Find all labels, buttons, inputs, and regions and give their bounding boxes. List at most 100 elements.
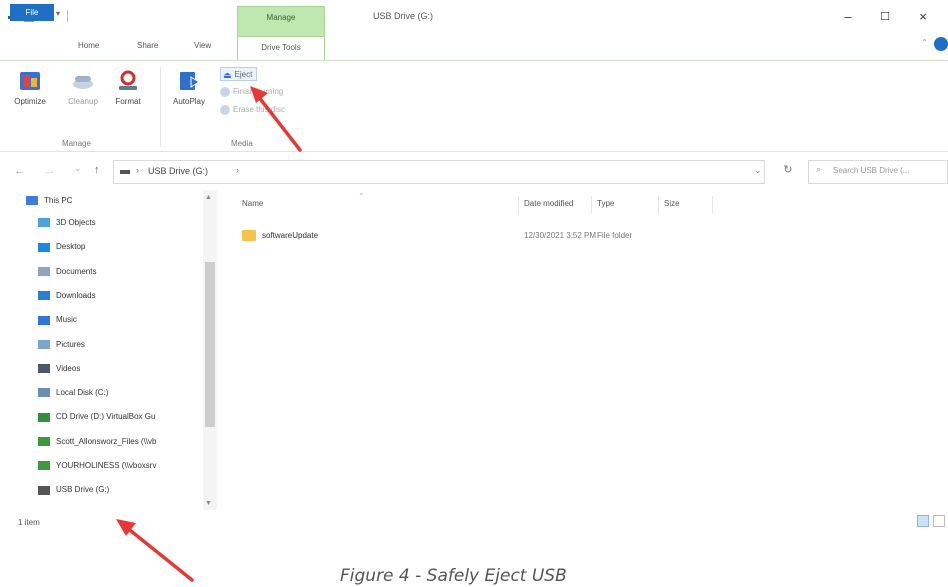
nav-item-label: Desktop (56, 242, 86, 252)
title-separator (67, 10, 68, 22)
nav-item-documents[interactable]: Documents (38, 261, 96, 283)
nav-item-label: USB Drive (G:) (56, 485, 110, 495)
cd-icon (38, 412, 50, 422)
nav-item-local-disk-c[interactable]: Local Disk (C:) (38, 382, 108, 404)
download-icon (38, 291, 50, 301)
nav-item-usb-drive-g[interactable]: USB Drive (G:) (38, 479, 109, 501)
refresh-button[interactable]: ↻ (778, 163, 798, 181)
manage-group-label: Manage (62, 139, 91, 148)
window-title: USB Drive (G:) (373, 11, 434, 21)
nav-item-3d-objects[interactable]: 3D Objects (38, 212, 96, 234)
nav-item-label: Local Disk (C:) (56, 388, 109, 398)
tab-view[interactable]: View (194, 41, 211, 50)
column-header-name[interactable]: Name (242, 199, 263, 208)
nav-item-this-pc[interactable]: This PC (26, 190, 72, 212)
eject-label: Eject (234, 70, 253, 80)
optimize-label: Optimize (14, 97, 46, 106)
tab-drive-tools[interactable]: Drive Tools (237, 36, 325, 62)
nav-item-videos[interactable]: Videos (38, 358, 80, 380)
scroll-down-arrow-icon[interactable]: ▼ (205, 500, 212, 507)
nav-item-label: Pictures (56, 339, 85, 349)
close-button[interactable]: × (911, 8, 935, 26)
file-name[interactable]: softwareUpdate (262, 231, 318, 240)
nav-item-music[interactable]: Music (38, 309, 77, 331)
nav-item-downloads[interactable]: Downloads (38, 285, 96, 307)
erase-disc-icon (220, 104, 230, 115)
erase-disc-label: Erase this disc (233, 105, 286, 114)
erase-disc-button[interactable]: Erase this disc (220, 103, 285, 117)
column-header-date[interactable]: Date modified (524, 199, 573, 208)
nav-item-desktop[interactable]: Desktop (38, 236, 85, 258)
usb-drive-icon (120, 170, 130, 174)
disk-icon (38, 388, 50, 398)
eject-button[interactable]: ⏏ Eject (220, 67, 258, 81)
search-icon: ⌕ (816, 164, 822, 174)
folder-icon (242, 230, 256, 241)
tab-file[interactable]: File (10, 4, 54, 21)
nav-item-yourholiness-vboxsrv[interactable]: YOURHOLINESS (\\vboxsrv (38, 455, 156, 477)
recent-locations-button[interactable]: ⌄ (74, 163, 82, 174)
arrow-to-usb-drive (116, 519, 194, 582)
column-divider[interactable] (658, 196, 659, 214)
finish-burning-label: Finish burning (233, 87, 284, 96)
nav-item-pictures[interactable]: Pictures (38, 334, 85, 356)
title-bar: ▾ (0, 0, 948, 34)
maximize-button[interactable]: ☐ (873, 8, 897, 26)
address-dropdown-button[interactable]: ⌄ (754, 165, 762, 176)
finish-burning-button[interactable]: Finish burning (220, 85, 283, 99)
column-header-type[interactable]: Type (597, 199, 614, 208)
format-icon (119, 70, 137, 90)
breadcrumb-chevron[interactable]: › (136, 165, 139, 175)
cleanup-label: Cleanup (68, 97, 98, 106)
scroll-up-arrow-icon[interactable]: ▲ (205, 194, 212, 201)
search-placeholder: Search USB Drive (... (833, 166, 910, 175)
breadcrumb-chevron-end[interactable]: › (236, 165, 239, 175)
optimize-icon (20, 72, 40, 90)
nav-item-label: This PC (44, 196, 73, 205)
help-icon[interactable] (934, 37, 948, 51)
column-divider[interactable] (518, 196, 519, 214)
video-icon (38, 364, 50, 374)
details-view-icon[interactable] (917, 515, 929, 527)
nav-item-label: Documents (56, 266, 97, 276)
autoplay-icon (180, 72, 200, 90)
disc-burn-icon (220, 86, 230, 97)
up-button[interactable]: ↑ (94, 164, 100, 176)
eject-icon: ⏏ (223, 70, 232, 80)
manage-context-tab-header: Manage (237, 6, 325, 36)
nav-item-cd-drive-d-virtualbox-gu[interactable]: CD Drive (D:) VirtualBox Gu (38, 406, 155, 428)
group-separator (160, 67, 161, 147)
tab-share[interactable]: Share (137, 41, 158, 50)
column-divider[interactable] (591, 196, 592, 214)
back-button[interactable]: ← (14, 165, 25, 177)
column-header-size[interactable]: Size (664, 199, 680, 208)
nav-pane-scroll-thumb[interactable] (205, 262, 215, 427)
nav-item-label: 3D Objects (56, 218, 96, 227)
navigation-pane: This PC 3D Objects Desktop Documents Downloa… (0, 190, 220, 510)
collapse-ribbon-icon[interactable]: ⌃ (921, 38, 928, 47)
address-bar[interactable] (113, 160, 765, 184)
tab-home[interactable]: Home (78, 41, 99, 50)
column-divider[interactable] (712, 196, 713, 214)
media-group-label: Media (231, 139, 253, 148)
nav-item-label: Music (56, 315, 77, 325)
large-icons-view-icon[interactable] (933, 515, 945, 527)
nav-item-label: YOURHOLINESS (\\vboxsrv (56, 461, 157, 470)
usb-drive-icon (38, 485, 50, 495)
network-drive-icon (38, 461, 50, 471)
format-button[interactable]: Format (108, 69, 148, 106)
optimize-button[interactable]: Optimize (6, 69, 54, 106)
autoplay-button[interactable]: AutoPlay (166, 69, 212, 106)
nav-item-scott-allonsworz-files-vb[interactable]: Scott_Allonsworz_Files (\\vb (38, 431, 156, 453)
format-label: Format (115, 97, 141, 106)
network-drive-icon (38, 437, 50, 447)
computer-icon (26, 196, 38, 206)
cleanup-button[interactable]: Cleanup (60, 69, 106, 106)
breadcrumb[interactable]: USB Drive (G:) (148, 166, 208, 176)
nav-item-label: CD Drive (D:) VirtualBox Gu (56, 412, 156, 422)
minimize-button[interactable]: – (836, 8, 860, 26)
file-type: File folder (597, 231, 633, 240)
quick-access-chevron-icon[interactable]: ▾ (56, 9, 60, 18)
nav-item-label: Scott_Allonsworz_Files (\\vb (56, 436, 157, 446)
forward-button[interactable]: → (44, 165, 55, 177)
